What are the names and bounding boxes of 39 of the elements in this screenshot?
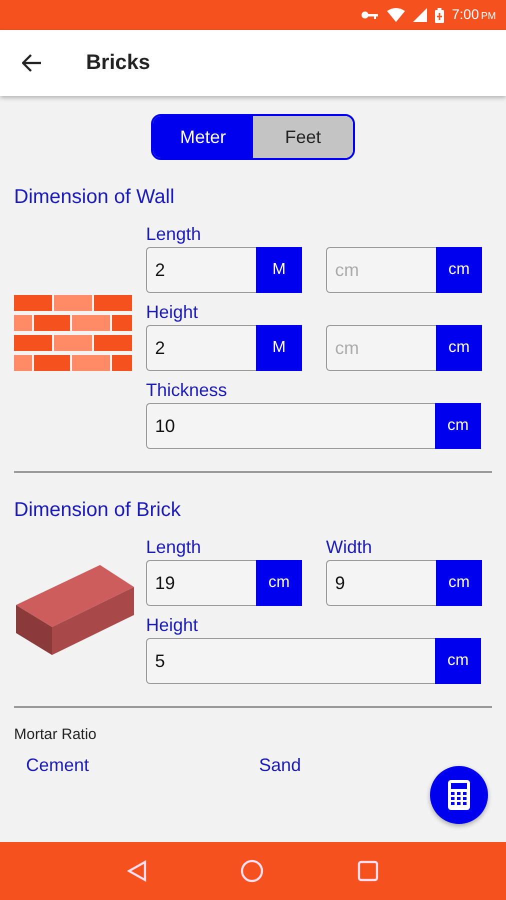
input-field[interactable]: 9 xyxy=(326,560,436,606)
unit-button[interactable]: M xyxy=(256,325,302,371)
unit-button[interactable]: cm xyxy=(256,560,302,606)
input-field[interactable]: 19 xyxy=(146,560,256,606)
section-title: Mortar Ratio xyxy=(14,726,98,743)
calculator-button[interactable] xyxy=(430,766,488,824)
input-field[interactable]: 5 xyxy=(146,638,435,684)
field-label: Sand xyxy=(259,755,302,776)
field-label: Length xyxy=(146,536,202,559)
clock-time: 7:00 xyxy=(452,6,479,22)
unit-button[interactable]: cm xyxy=(436,247,482,293)
unit-toggle-option[interactable]: Meter xyxy=(153,116,253,158)
field-label: Height xyxy=(146,301,200,324)
input-field[interactable]: 10 xyxy=(146,403,435,449)
unit-button[interactable]: cm xyxy=(435,638,481,684)
input-field[interactable]: 2 xyxy=(146,247,256,293)
field-label: Length xyxy=(146,223,202,246)
unit-toggle-option[interactable]: Feet xyxy=(253,116,353,158)
section-title: Dimension of Brick xyxy=(14,499,182,522)
input-field[interactable]: cm xyxy=(326,247,436,293)
field-label: Width xyxy=(326,536,374,559)
battery-icon xyxy=(434,8,444,22)
field-label: Cement xyxy=(26,755,90,776)
input-field[interactable]: 2 xyxy=(146,325,256,371)
unit-button[interactable]: cm xyxy=(435,403,481,449)
input-field[interactable]: cm xyxy=(326,325,436,371)
unit-button[interactable]: M xyxy=(256,247,302,293)
unit-button[interactable]: cm xyxy=(436,325,482,371)
key-icon xyxy=(360,10,379,20)
field-label: Height xyxy=(146,614,200,637)
clock-period: PM xyxy=(481,11,496,22)
calculator-icon xyxy=(448,780,470,810)
screen-title: Bricks xyxy=(86,51,150,75)
section-title: Dimension of Wall xyxy=(14,186,176,209)
back-arrow-icon xyxy=(22,54,42,72)
field-label: Thickness xyxy=(146,379,228,402)
unit-button[interactable]: cm xyxy=(436,560,482,606)
signal-icon xyxy=(412,8,427,22)
wifi-icon xyxy=(386,8,405,22)
